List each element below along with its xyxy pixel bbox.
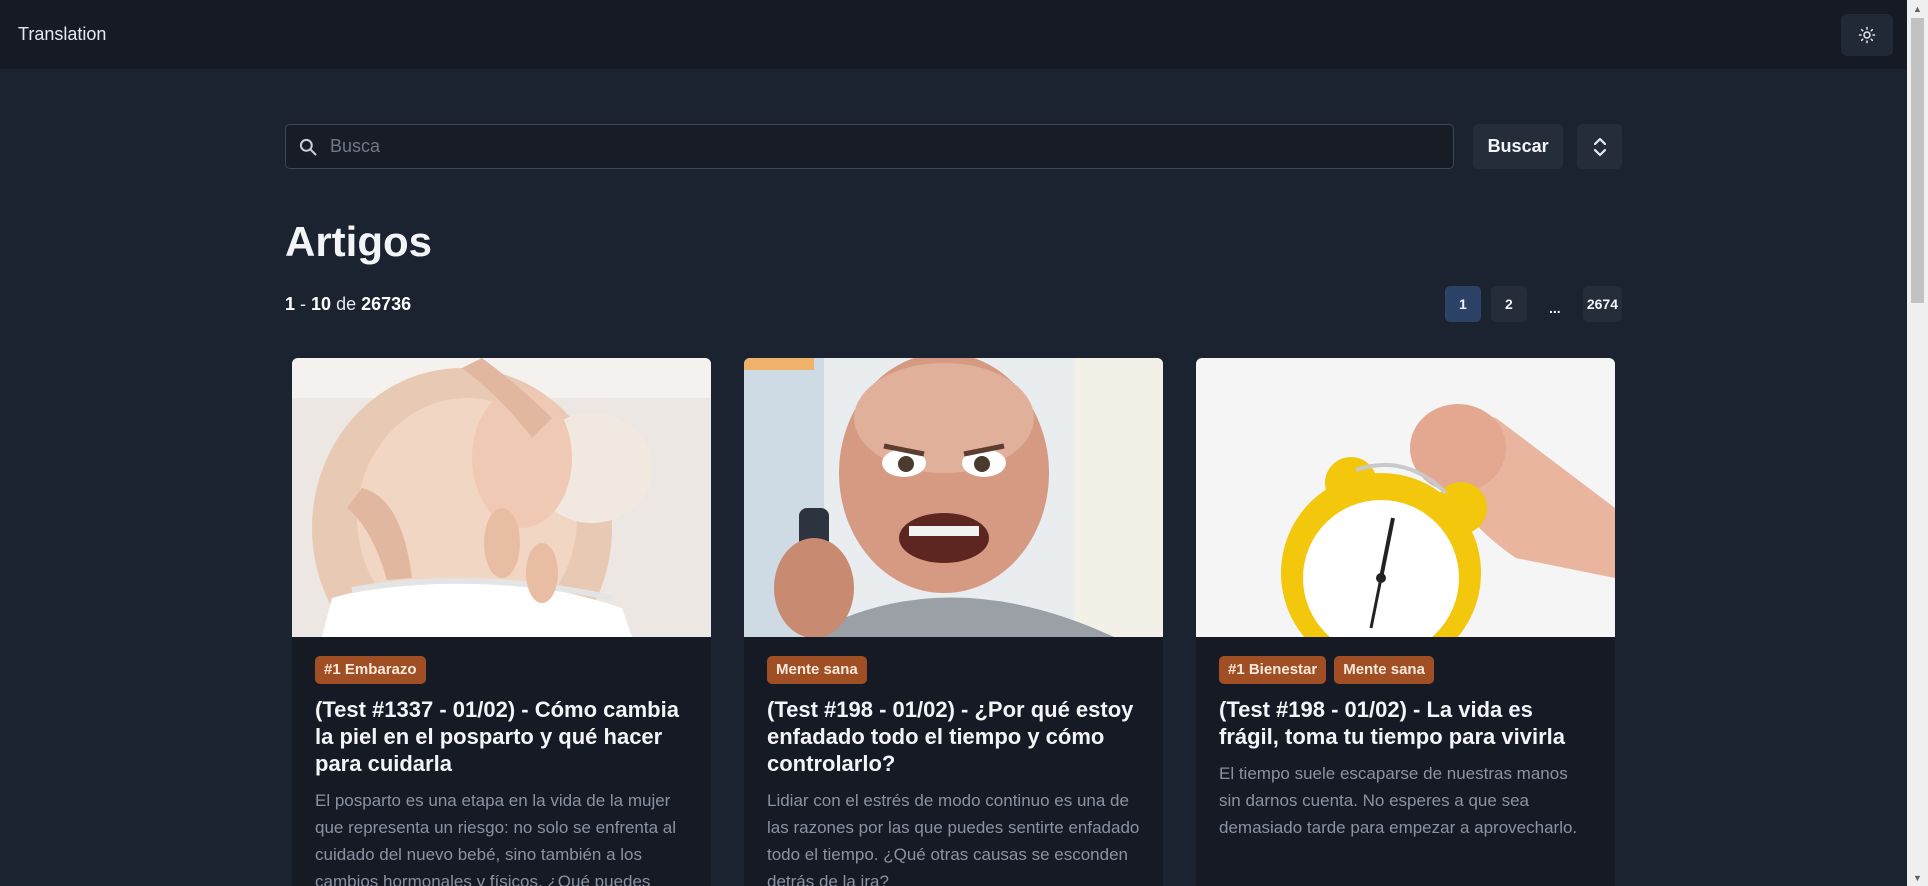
article-cards: #1 Embarazo (Test #1337 - 01/02) - Cómo …: [292, 358, 1617, 886]
article-card[interactable]: #1 Embarazo (Test #1337 - 01/02) - Cómo …: [292, 358, 711, 886]
theme-toggle-button[interactable]: [1841, 13, 1893, 56]
page-button-2[interactable]: 2: [1490, 286, 1527, 322]
search-icon: [299, 138, 317, 155]
results-of-label: de: [336, 293, 357, 314]
app-title: Translation: [18, 24, 107, 44]
yellow-alarm-clock-fist-photo[interactable]: [1196, 358, 1615, 637]
scroll-down-arrow-icon[interactable]: ▼: [1907, 869, 1928, 886]
card-tags: #1 Bienestar Mente sana: [1219, 656, 1592, 684]
search-row: Buscar: [285, 124, 1623, 169]
scroll-up-arrow-icon[interactable]: ▲: [1907, 0, 1928, 17]
search-input[interactable]: [330, 136, 1430, 157]
search-button[interactable]: Buscar: [1473, 124, 1564, 169]
results-from: 1: [285, 293, 296, 314]
category-tag[interactable]: Mente sana: [767, 656, 867, 684]
category-tag[interactable]: #1 Embarazo: [315, 656, 426, 684]
card-tags: #1 Embarazo: [315, 656, 688, 684]
sort-toggle-button[interactable]: [1577, 124, 1623, 169]
scrollbar-thumb[interactable]: [1911, 18, 1924, 303]
article-card[interactable]: Mente sana (Test #198 - 01/02) - ¿Por qu…: [744, 358, 1163, 886]
article-card[interactable]: #1 Bienestar Mente sana (Test #198 - 01/…: [1196, 358, 1615, 886]
card-title[interactable]: (Test #198 - 01/02) - ¿Por qué estoy enf…: [767, 696, 1140, 777]
category-tag[interactable]: #1 Bienestar: [1219, 656, 1327, 684]
vertical-scrollbar[interactable]: ▲ ▼: [1907, 0, 1928, 886]
page-ellipsis: ...: [1549, 300, 1561, 316]
card-description: El posparto es una etapa en la vida de l…: [315, 791, 677, 886]
top-bar: Translation: [0, 0, 1907, 69]
pagination: 1 2 ... 2674: [1444, 286, 1622, 322]
card-tags: Mente sana: [767, 656, 1140, 684]
results-count: 1 - 10 de 26736: [285, 294, 411, 315]
page-button-last[interactable]: 2674: [1582, 286, 1622, 322]
card-description: Lidiar con el estrés de modo continuo es…: [767, 791, 1140, 886]
page-title: Artigos: [285, 218, 432, 265]
sun-icon: [1858, 26, 1876, 43]
results-separator: -: [300, 293, 307, 314]
results-to: 10: [311, 293, 332, 314]
angry-man-on-phone-photo[interactable]: [744, 358, 1163, 637]
pregnant-belly-with-baby-photo[interactable]: [292, 358, 711, 637]
main-content: Buscar Artigos 1 - 10 de 26736 1 2 ... 2…: [285, 124, 1623, 322]
page-button-1[interactable]: 1: [1444, 286, 1481, 322]
card-title[interactable]: (Test #1337 - 01/02) - Cómo cambia la pi…: [315, 696, 688, 777]
card-description: El tiempo suele escaparse de nuestras ma…: [1219, 764, 1578, 837]
category-tag[interactable]: Mente sana: [1334, 656, 1434, 684]
results-total: 26736: [361, 293, 412, 314]
card-title[interactable]: (Test #198 - 01/02) - La vida es frágil,…: [1219, 696, 1592, 750]
results-row: 1 - 10 de 26736 1 2 ... 2674: [285, 286, 1622, 322]
sort-toggle-icon: [1593, 137, 1606, 156]
search-box[interactable]: [285, 124, 1455, 169]
